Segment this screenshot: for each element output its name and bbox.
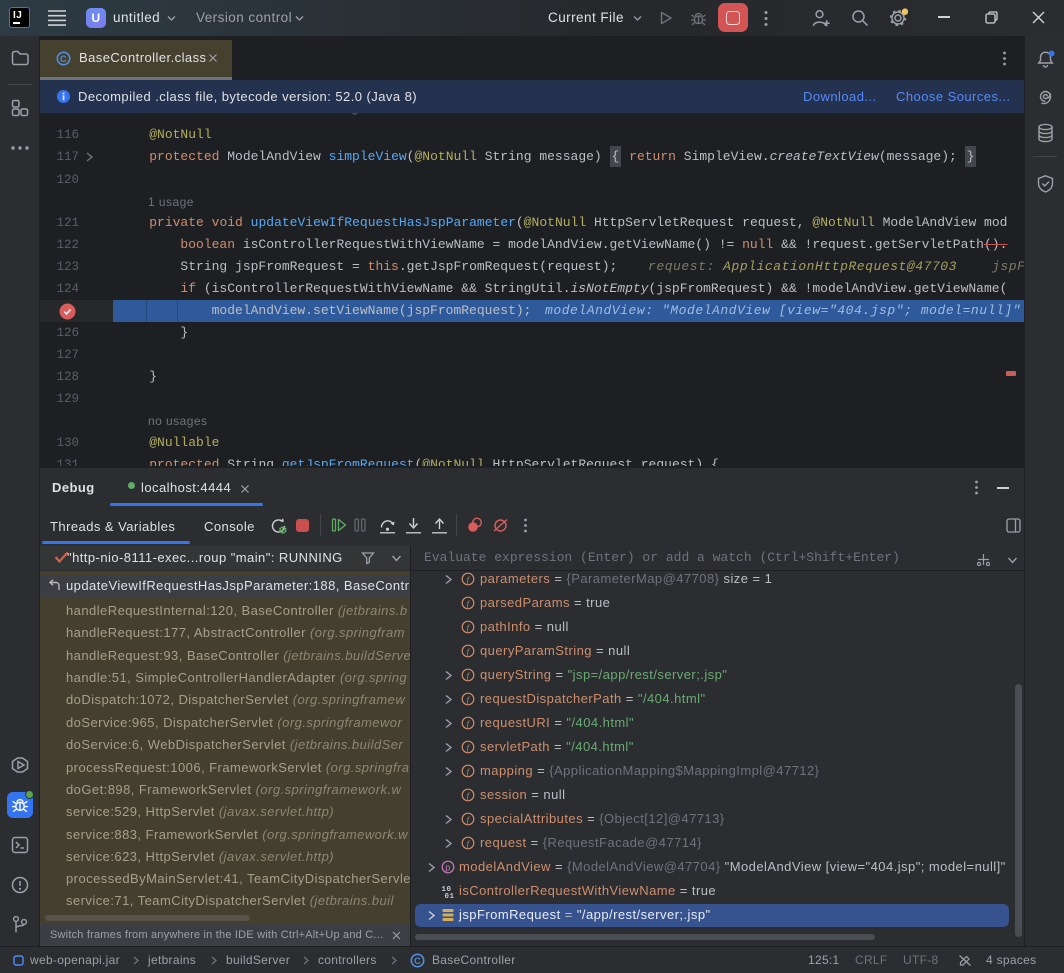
- svg-text:C: C: [414, 956, 421, 966]
- svg-text:f: f: [467, 814, 471, 824]
- svg-text:f: f: [467, 718, 471, 728]
- svg-text:f: f: [467, 694, 471, 704]
- svg-text:C: C: [60, 54, 67, 64]
- svg-text:f: f: [467, 622, 471, 632]
- svg-text:f: f: [467, 766, 471, 776]
- svg-text:f: f: [467, 838, 471, 848]
- svg-text:f: f: [467, 742, 471, 752]
- svg-text:f: f: [467, 598, 471, 608]
- svg-text:01: 01: [445, 893, 455, 898]
- svg-text:f: f: [467, 646, 471, 656]
- svg-text:f: f: [467, 790, 471, 800]
- svg-text:f: f: [467, 574, 471, 584]
- svg-text:p: p: [445, 862, 450, 872]
- svg-text:f: f: [467, 670, 471, 680]
